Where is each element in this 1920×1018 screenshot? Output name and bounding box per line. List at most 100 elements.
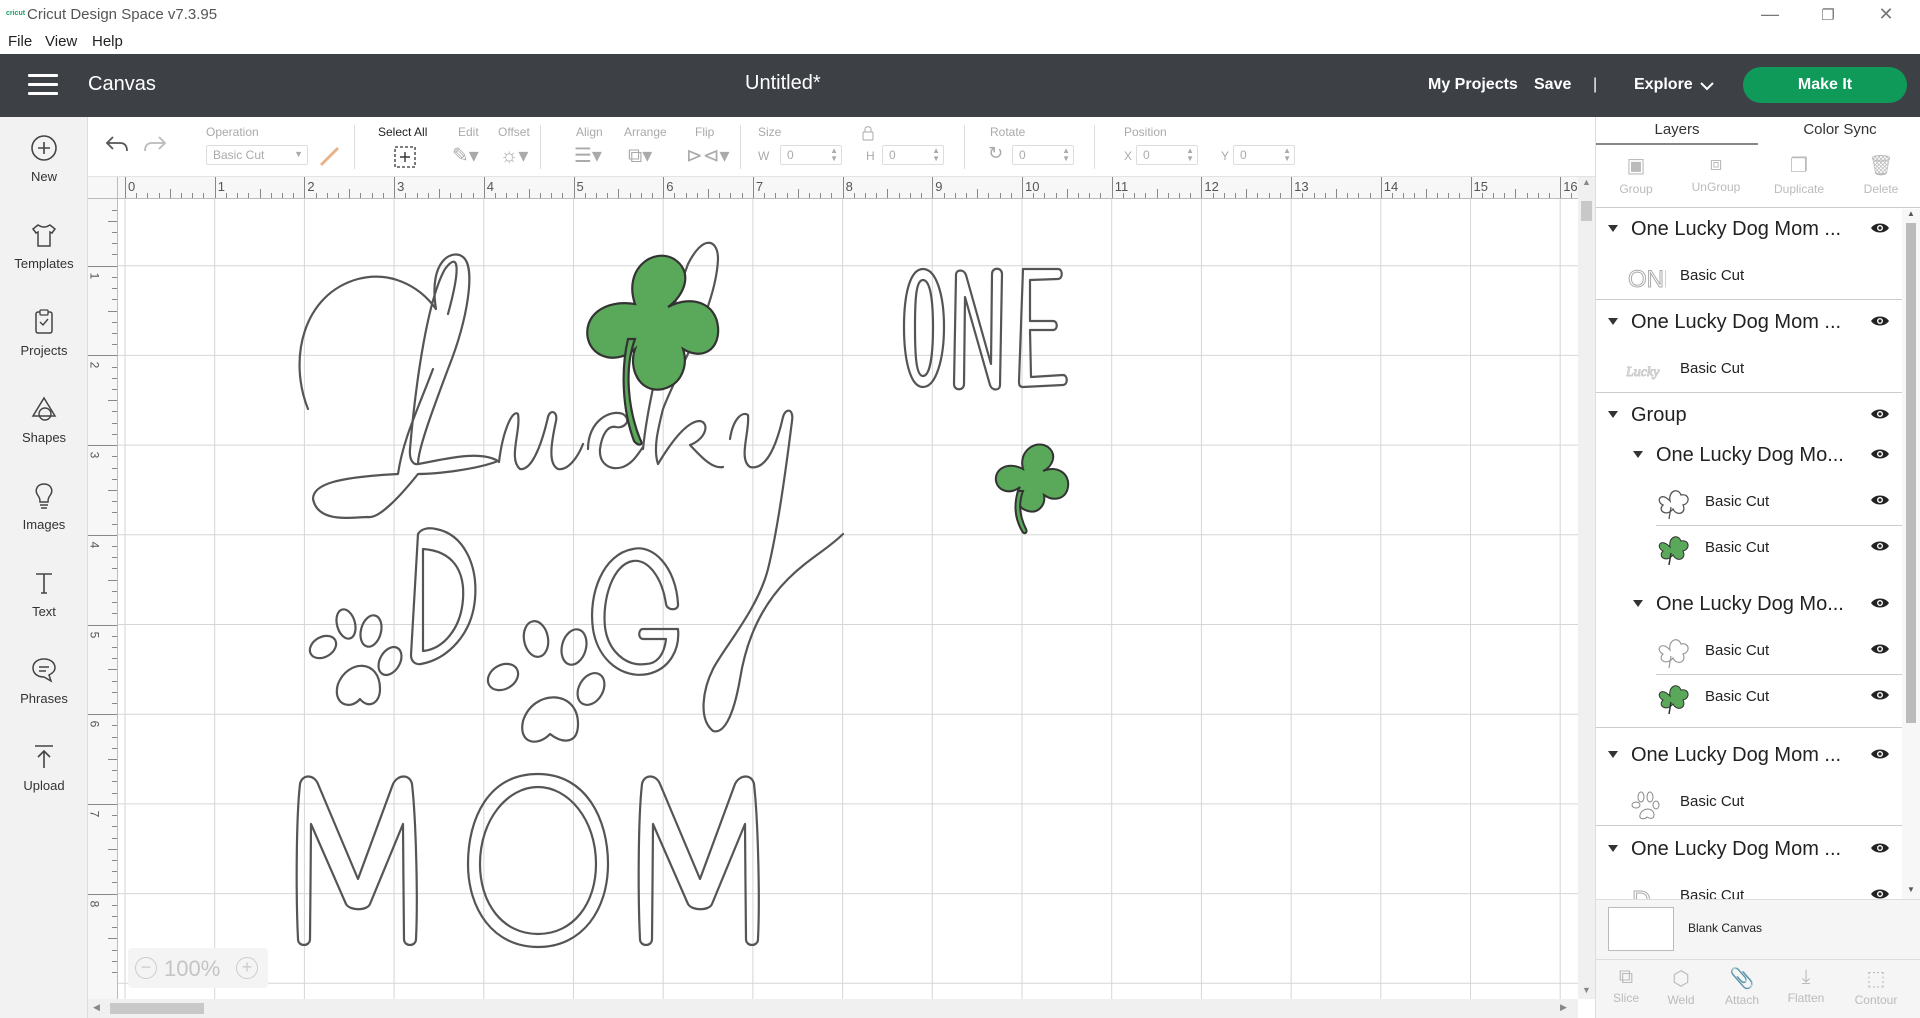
weld-button[interactable]: ⬡ Weld: [1651, 966, 1711, 1007]
blank-canvas-swatch[interactable]: [1608, 907, 1674, 951]
scroll-thumb[interactable]: [1581, 201, 1592, 221]
select-all-label[interactable]: Select All: [378, 125, 427, 139]
arrange-icon[interactable]: ⧉▾: [628, 143, 652, 168]
ungroup-button[interactable]: ⧈ UnGroup: [1676, 147, 1756, 203]
collapse-caret-icon[interactable]: [1608, 225, 1618, 232]
operation-select[interactable]: Basic Cut ▼: [206, 145, 308, 165]
layer-row[interactable]: One Lucky Dog Mom ...: [1596, 829, 1902, 873]
tab-color-sync[interactable]: Color Sync: [1759, 117, 1920, 145]
undo-icon[interactable]: [104, 133, 130, 155]
y-position-input[interactable]: 0 ▲ ▼: [1233, 145, 1295, 165]
menu-view[interactable]: View: [45, 33, 77, 50]
layer-row[interactable]: One Lucky Dog Mom ...: [1596, 209, 1902, 253]
eye-icon[interactable]: [1870, 887, 1890, 899]
eye-icon[interactable]: [1870, 747, 1890, 761]
eye-icon[interactable]: [1870, 493, 1890, 507]
slice-button[interactable]: ⧉ Slice: [1596, 966, 1656, 1005]
blank-canvas-row[interactable]: Blank Canvas: [1596, 899, 1920, 959]
eye-icon[interactable]: [1870, 841, 1890, 855]
subgroup-row[interactable]: One Lucky Dog Mo...: [1596, 584, 1902, 628]
height-input[interactable]: 0 ▲ ▼: [882, 145, 944, 165]
scroll-down-icon[interactable]: ▼: [1907, 885, 1915, 894]
tab-layers[interactable]: Layers: [1596, 117, 1758, 145]
menu-help[interactable]: Help: [92, 33, 123, 50]
shapes-tool[interactable]: Shapes: [0, 384, 88, 464]
text-tool[interactable]: Text: [0, 558, 88, 638]
scroll-up-icon[interactable]: ▲: [1582, 177, 1591, 187]
layer-operation-row[interactable]: Basic Cut: [1596, 630, 1902, 674]
layer-row[interactable]: One Lucky Dog Mom ...: [1596, 302, 1902, 346]
group-row[interactable]: Group: [1596, 395, 1902, 439]
scroll-thumb[interactable]: [1906, 223, 1916, 723]
layer-operation-row[interactable]: Basic Cut: [1596, 781, 1902, 825]
scroll-left-icon[interactable]: ◀: [93, 1002, 100, 1013]
pen-color-icon[interactable]: [318, 145, 342, 167]
explore-dropdown[interactable]: Explore: [1634, 76, 1693, 94]
my-projects-link[interactable]: My Projects: [1428, 76, 1518, 94]
chevron-down-icon[interactable]: [1700, 81, 1714, 91]
hamburger-menu-icon[interactable]: [28, 74, 58, 96]
images-tool[interactable]: Images: [0, 471, 88, 551]
design-artwork[interactable]: [118, 199, 1578, 999]
paw-print-right[interactable]: [483, 619, 610, 743]
paw-print-left[interactable]: [306, 607, 406, 706]
close-button[interactable]: ✕: [1866, 4, 1906, 25]
redo-icon[interactable]: [142, 133, 168, 155]
clover-small[interactable]: [994, 443, 1070, 535]
phrases-tool[interactable]: Phrases: [0, 645, 88, 725]
collapse-caret-icon[interactable]: [1633, 451, 1643, 458]
word-mom[interactable]: [295, 772, 760, 949]
eye-icon[interactable]: [1870, 447, 1890, 461]
new-tool[interactable]: New: [0, 123, 88, 203]
scroll-thumb[interactable]: [110, 1003, 204, 1014]
layer-operation-row[interactable]: Basic Cut: [1596, 527, 1902, 571]
maximize-button[interactable]: ❐: [1808, 6, 1848, 24]
select-all-icon[interactable]: [393, 145, 417, 169]
document-title[interactable]: Untitled*: [745, 72, 821, 95]
subgroup-row[interactable]: One Lucky Dog Mo...: [1596, 435, 1902, 479]
width-input[interactable]: 0 ▲ ▼: [780, 145, 842, 165]
delete-button[interactable]: 🗑 Delete: [1841, 147, 1920, 203]
collapse-caret-icon[interactable]: [1608, 751, 1618, 758]
scroll-right-icon[interactable]: ▶: [1560, 1002, 1567, 1013]
eye-icon[interactable]: [1870, 642, 1890, 656]
zoom-in-button[interactable]: +: [236, 957, 258, 979]
eye-icon[interactable]: [1870, 407, 1890, 421]
contour-button[interactable]: ⬚ Contour: [1846, 966, 1906, 1007]
scroll-down-icon[interactable]: ▼: [1582, 985, 1591, 995]
flatten-button[interactable]: ⤓ Flatten: [1776, 966, 1836, 1005]
scroll-up-icon[interactable]: ▲: [1907, 209, 1915, 218]
rotate-input[interactable]: 0 ▲ ▼: [1012, 145, 1074, 165]
projects-tool[interactable]: Projects: [0, 297, 88, 377]
eye-icon[interactable]: [1870, 221, 1890, 235]
offset-icon[interactable]: ☼▾: [500, 143, 528, 168]
save-link[interactable]: Save: [1534, 76, 1571, 94]
duplicate-button[interactable]: ❐ Duplicate: [1759, 147, 1839, 203]
word-one[interactable]: [902, 267, 1068, 391]
layer-operation-row[interactable]: Basic Cut: [1596, 676, 1902, 720]
group-button[interactable]: ▣ Group: [1596, 147, 1676, 203]
flip-icon[interactable]: ⊳⊲▾: [686, 143, 730, 168]
menu-file[interactable]: File: [8, 33, 32, 50]
lock-icon[interactable]: [861, 125, 875, 141]
attach-button[interactable]: 📎 Attach: [1712, 966, 1772, 1007]
align-icon[interactable]: ☰▾: [574, 143, 602, 168]
layers-scrollbar[interactable]: ▲ ▼: [1902, 209, 1920, 899]
canvas-horizontal-scrollbar[interactable]: ◀ ▶: [88, 999, 1578, 1018]
canvas-vertical-scrollbar[interactable]: ▲ ▼: [1578, 177, 1595, 999]
layer-row[interactable]: One Lucky Dog Mom ...: [1596, 735, 1902, 779]
templates-tool[interactable]: Templates: [0, 210, 88, 290]
collapse-caret-icon[interactable]: [1608, 411, 1618, 418]
eye-icon[interactable]: [1870, 539, 1890, 553]
design-canvas[interactable]: [118, 199, 1578, 999]
collapse-caret-icon[interactable]: [1608, 318, 1618, 325]
eye-icon[interactable]: [1870, 596, 1890, 610]
collapse-caret-icon[interactable]: [1633, 600, 1643, 607]
collapse-caret-icon[interactable]: [1608, 845, 1618, 852]
eye-icon[interactable]: [1870, 688, 1890, 702]
edit-icon[interactable]: ✎▾: [452, 143, 479, 168]
upload-tool[interactable]: Upload: [0, 732, 88, 812]
make-it-button[interactable]: Make It: [1743, 67, 1907, 103]
layer-operation-row[interactable]: D Basic Cut: [1596, 875, 1902, 899]
minimize-button[interactable]: —: [1750, 4, 1790, 25]
